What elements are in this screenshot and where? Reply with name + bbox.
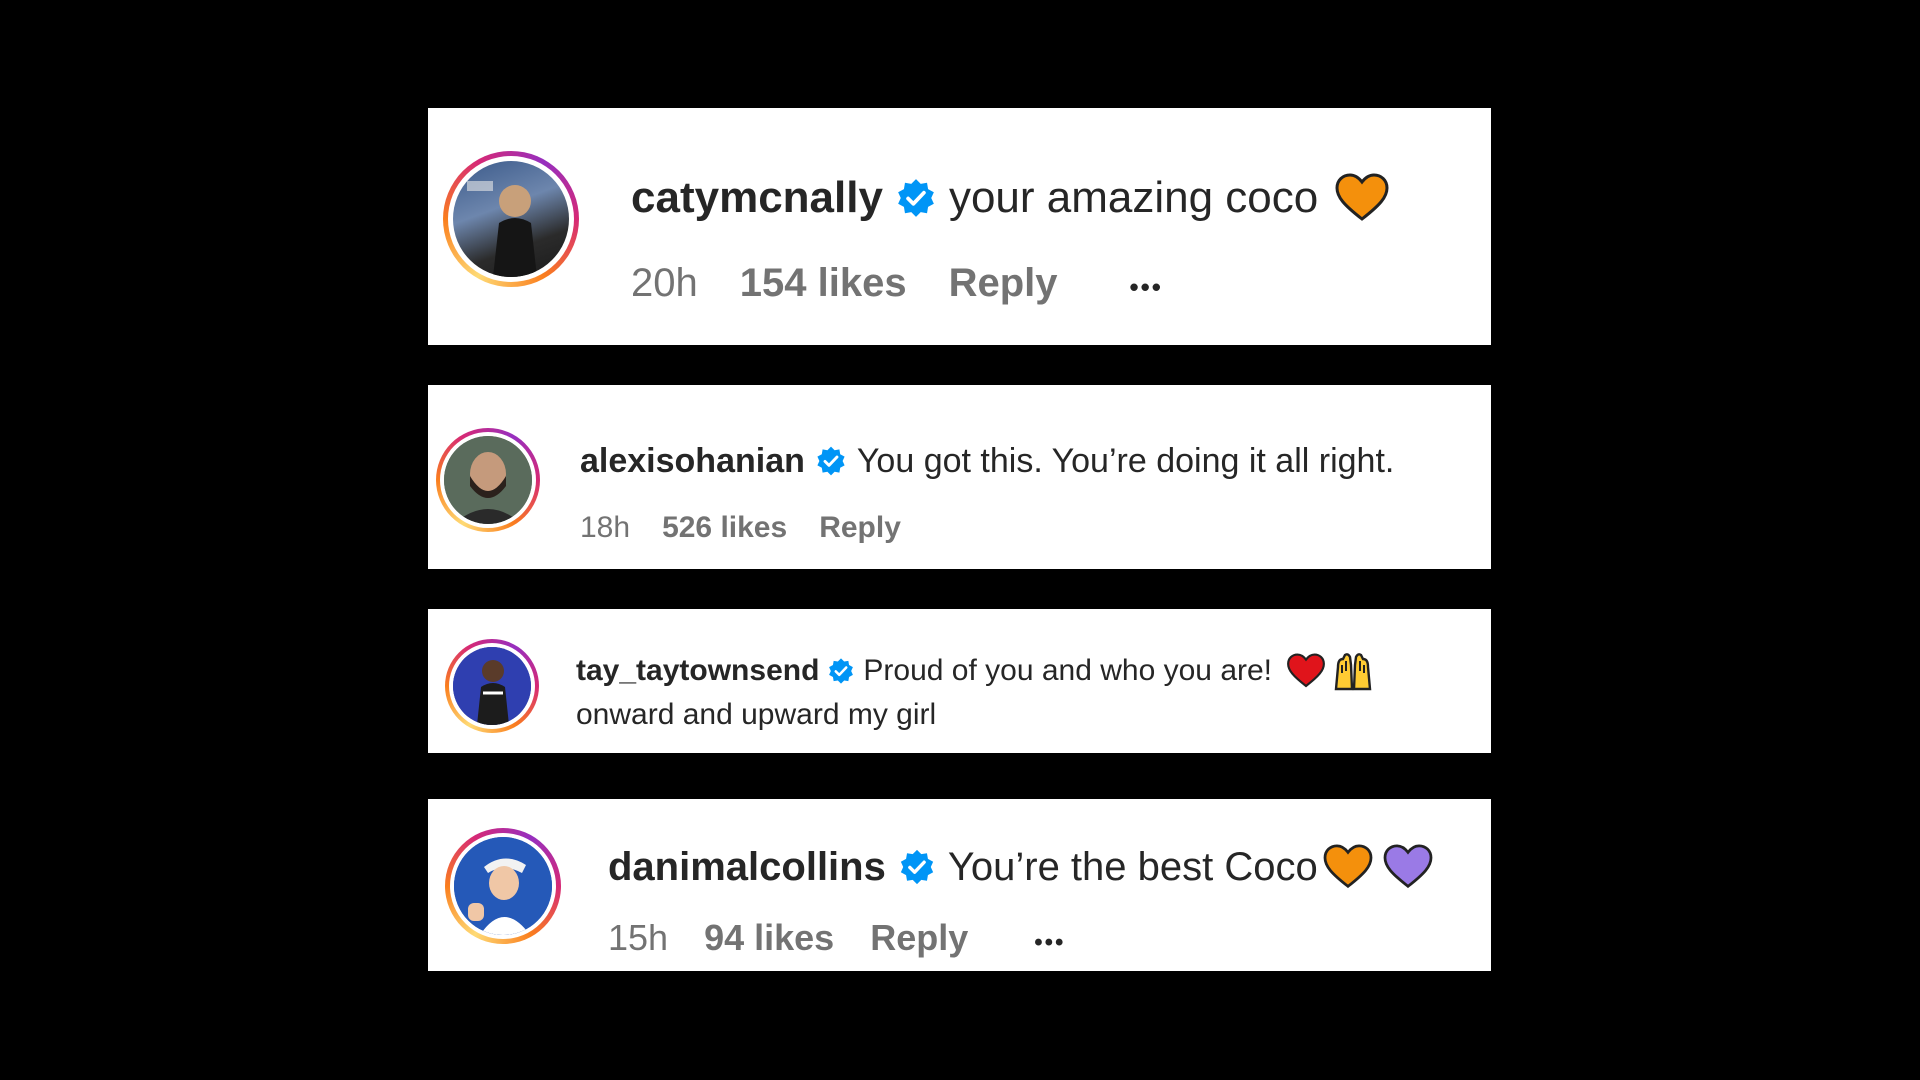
comment-text: You’re the best Coco (947, 844, 1318, 889)
comment-text: your amazing coco (948, 173, 1319, 222)
orange-heart-icon (1323, 844, 1373, 889)
comment-meta: 15h 94 likes Reply ••• (608, 917, 1065, 959)
likes-count[interactable]: 526 likes (662, 511, 787, 545)
comment-text: Proud of you and who you are! (863, 654, 1273, 687)
username[interactable]: tay_taytownsend (576, 654, 819, 688)
reply-button[interactable]: Reply (870, 917, 968, 959)
more-options-button[interactable]: ••• (1130, 272, 1163, 303)
reply-button[interactable]: Reply (949, 261, 1058, 306)
comment-card: alexisohanian You got this. You’re doing… (428, 385, 1491, 569)
comment-line: tay_taytownsend Proud of you and who you… (576, 650, 1374, 692)
comment-card: catymcnally your amazing coco 20h 154 li… (428, 108, 1491, 345)
timestamp: 18h (580, 511, 631, 544)
timestamp: 20h (631, 261, 698, 305)
profile-photo (467, 181, 537, 277)
avatar[interactable] (445, 828, 561, 944)
screen: { "colors": { "background": "#000000", "… (0, 0, 1920, 1080)
avatar[interactable] (436, 428, 540, 532)
comment-text-continued: onward and upward my girl (576, 698, 937, 731)
profile-photo (444, 436, 532, 524)
more-options-button[interactable]: ••• (1034, 929, 1065, 957)
reply-button[interactable]: Reply (819, 511, 901, 545)
likes-count[interactable]: 94 likes (704, 917, 834, 959)
comment-card: danimalcollins You’re the best Coco 15h … (428, 799, 1491, 971)
comment-line: alexisohanian You got this. You’re doing… (580, 438, 1394, 484)
orange-heart-icon (1335, 173, 1389, 221)
verified-badge-icon (817, 446, 845, 476)
comment-meta: 18h 526 likes Reply (580, 511, 901, 545)
username[interactable]: danimalcollins (608, 845, 886, 890)
purple-heart-icon (1383, 844, 1433, 889)
profile-photo (454, 837, 552, 935)
raising-hands-icon (1334, 653, 1372, 691)
comment-card: tay_taytownsend Proud of you and who you… (428, 609, 1491, 753)
likes-count[interactable]: 154 likes (740, 261, 907, 306)
profile-photo (453, 647, 531, 725)
comment-meta: 20h 154 likes Reply ••• (631, 261, 1163, 306)
avatar[interactable] (445, 639, 539, 733)
timestamp: 15h (608, 917, 669, 958)
username[interactable]: alexisohanian (580, 442, 805, 481)
username[interactable]: catymcnally (631, 173, 883, 223)
red-heart-icon (1287, 653, 1325, 688)
avatar[interactable] (443, 151, 579, 287)
comment-line: catymcnally your amazing coco (631, 168, 1390, 228)
verified-badge-icon (829, 658, 854, 684)
verified-badge-icon (900, 849, 934, 885)
comment-text: You got this. You’re doing it all right. (856, 441, 1395, 480)
comment-line: danimalcollins You’re the best Coco (608, 839, 1434, 895)
verified-badge-icon (898, 179, 934, 217)
comment-line-2: onward and upward my girl (576, 695, 936, 735)
